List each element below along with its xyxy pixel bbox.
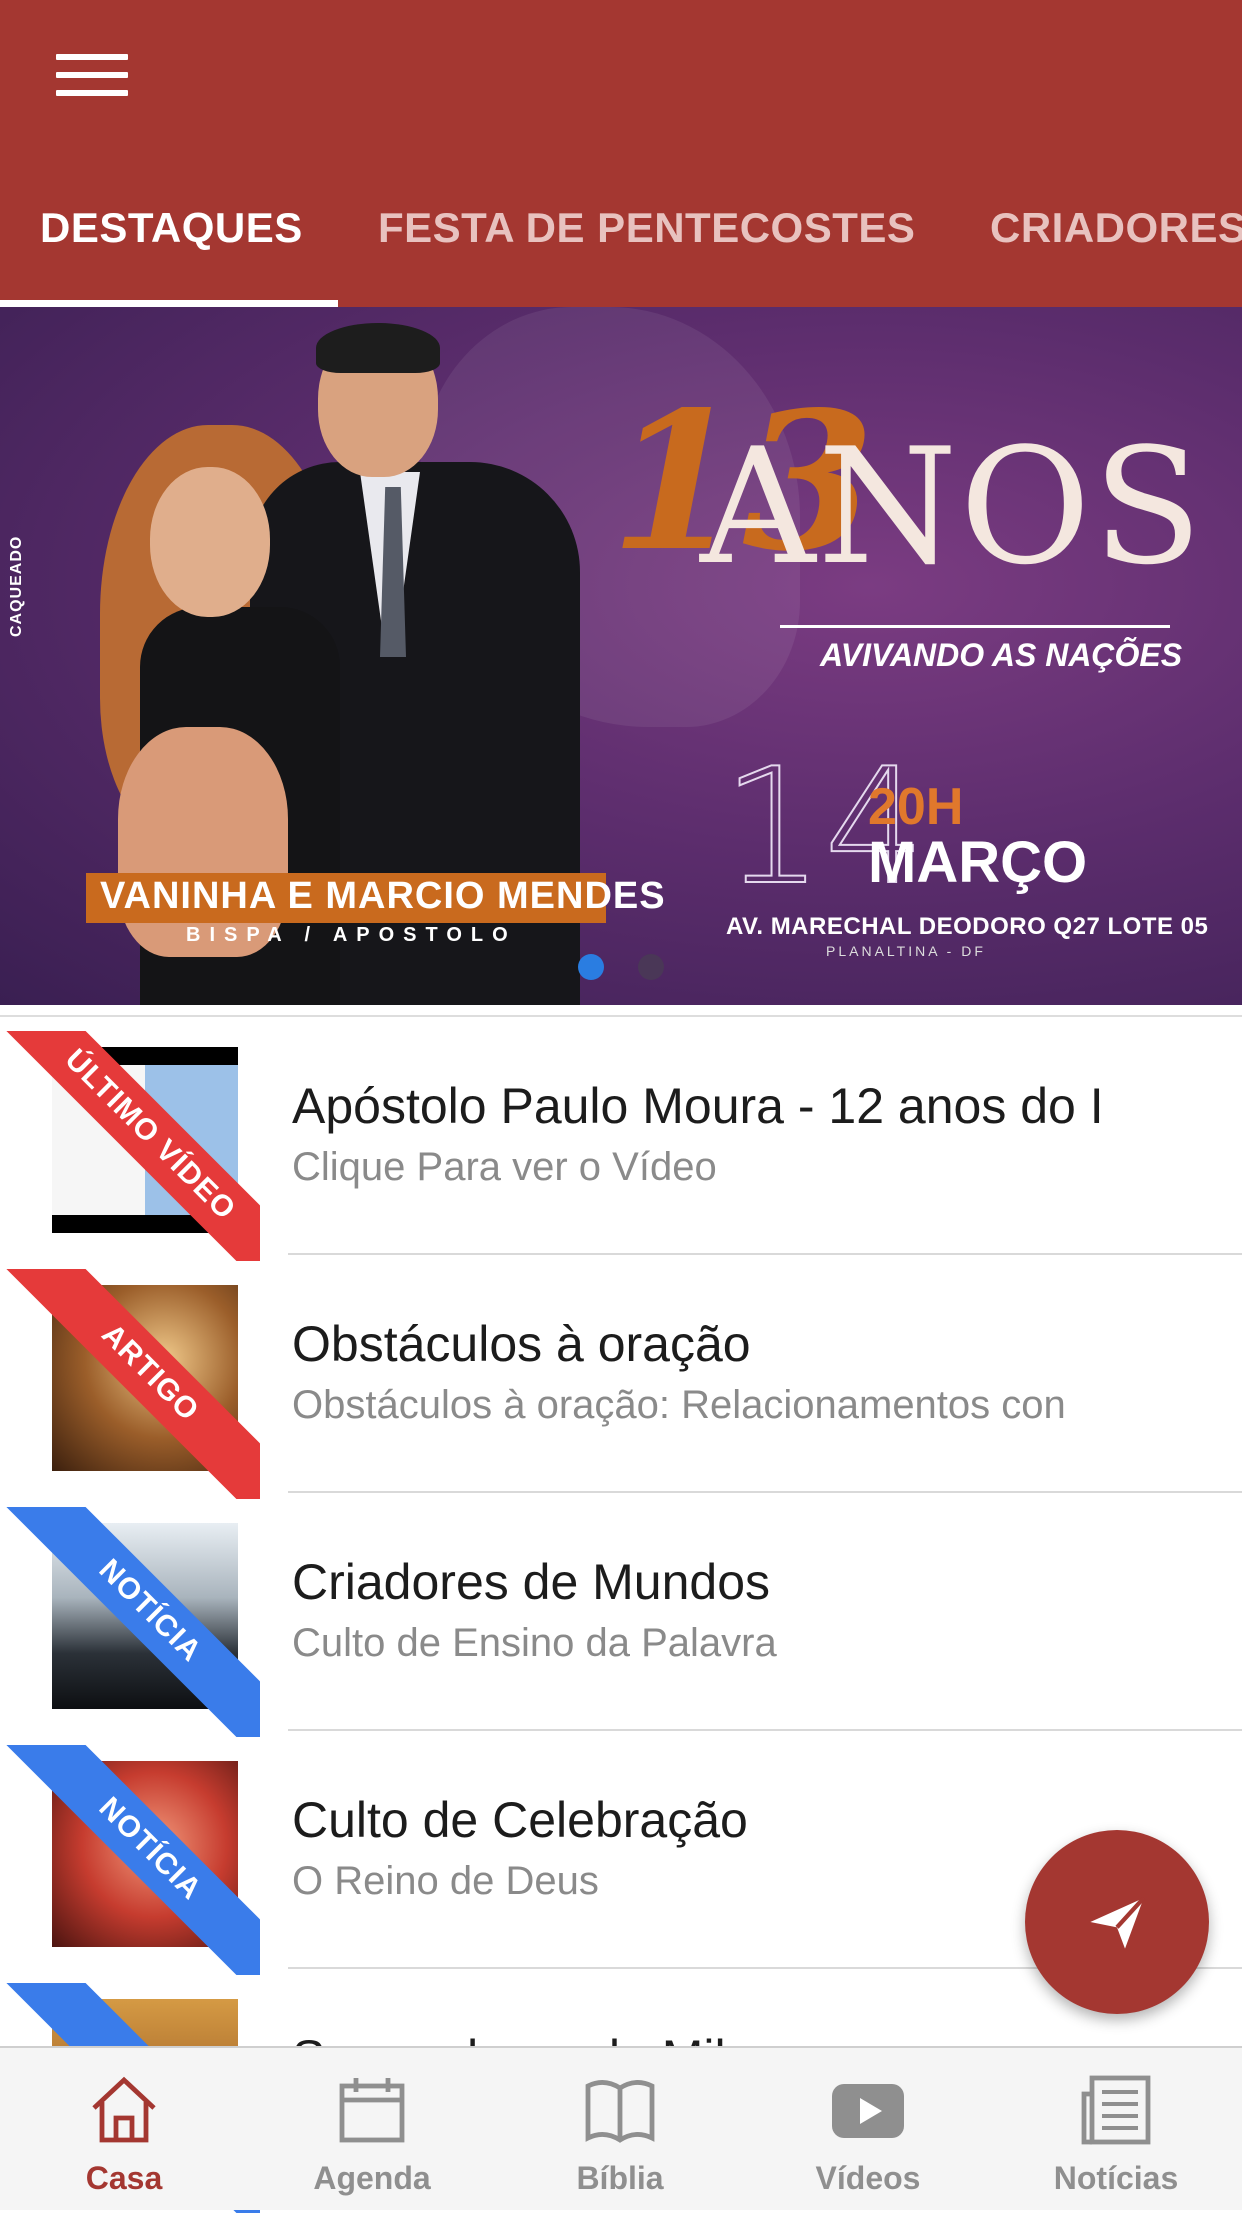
banner-title: ANOS bbox=[700, 413, 1205, 600]
event-time: 20H bbox=[868, 778, 964, 836]
nav-label: Notícias bbox=[1053, 2160, 1179, 2196]
item-title: Obstáculos à oração bbox=[292, 1316, 751, 1372]
send-icon bbox=[1090, 1896, 1146, 1949]
nav-casa[interactable]: Casa bbox=[0, 2048, 248, 2210]
share-fab[interactable] bbox=[1025, 1830, 1209, 2014]
nav-agenda[interactable]: Agenda bbox=[248, 2048, 496, 2210]
tab-indicator bbox=[0, 300, 338, 307]
item-thumbnail bbox=[52, 1285, 238, 1471]
menu-icon[interactable] bbox=[50, 48, 134, 102]
list-item[interactable]: ARTIGO Obstáculos à oração Obstáculos à … bbox=[0, 1255, 1242, 1499]
item-thumbnail bbox=[52, 1523, 238, 1709]
woman-face bbox=[150, 467, 270, 617]
calendar-icon bbox=[339, 2078, 405, 2143]
carousel-dot-1[interactable] bbox=[578, 954, 604, 980]
item-title: Culto de Celebração bbox=[292, 1792, 748, 1848]
item-thumbnail bbox=[52, 1047, 238, 1233]
play-icon bbox=[832, 2084, 904, 2138]
nav-label: Vídeos bbox=[815, 2160, 921, 2196]
tab-bar: DESTAQUES FESTA DE PENTECOSTES CRIADORES bbox=[0, 180, 1242, 307]
nav-videos[interactable]: Vídeos bbox=[744, 2048, 992, 2210]
item-title: Criadores de Mundos bbox=[292, 1554, 771, 1610]
tab-festa-de-pentecostes[interactable]: FESTA DE PENTECOSTES bbox=[378, 204, 915, 252]
nav-label: Agenda bbox=[313, 2160, 431, 2196]
speaker-names: VANINHA E MARCIO MENDES bbox=[100, 875, 666, 917]
item-subtitle: Clique Para ver o Vídeo bbox=[292, 1145, 717, 1189]
tab-criadores[interactable]: CRIADORES bbox=[990, 204, 1242, 252]
item-thumbnail bbox=[52, 1761, 238, 1947]
nav-label: Bíblia bbox=[576, 2160, 664, 2196]
news-icon bbox=[1081, 2075, 1151, 2145]
speaker-roles: BISPA / APOSTOLO bbox=[186, 924, 517, 946]
bottom-nav: Casa Agenda Bíblia Vídeos Notícias bbox=[0, 2046, 1242, 2210]
banner-tagline: AVIVANDO AS NAÇÕES bbox=[820, 637, 1183, 673]
featured-banner[interactable]: CAQUEADO 13 ANOS AVIVANDO AS NAÇÕES 14 2… bbox=[0, 307, 1242, 1005]
item-subtitle: Obstáculos à oração: Relacionamentos con bbox=[292, 1383, 1066, 1427]
tab-destaques[interactable]: DESTAQUES bbox=[40, 204, 303, 252]
home-icon bbox=[92, 2076, 156, 2143]
app-bar: DESTAQUES FESTA DE PENTECOSTES CRIADORES bbox=[0, 0, 1242, 307]
event-address: AV. MARECHAL DEODORO Q27 LOTE 05 bbox=[726, 913, 1209, 940]
event-city: PLANALTINA - DF bbox=[826, 943, 986, 959]
nav-biblia[interactable]: Bíblia bbox=[496, 2048, 744, 2210]
tagline-rule bbox=[780, 625, 1170, 628]
carousel-dot-2[interactable] bbox=[638, 954, 664, 980]
nav-label: Casa bbox=[85, 2160, 163, 2196]
list-item[interactable]: NOTÍCIA Criadores de Mundos Culto de Ens… bbox=[0, 1493, 1242, 1737]
item-subtitle: Culto de Ensino da Palavra bbox=[292, 1621, 777, 1665]
banner-brand: CAQUEADO bbox=[8, 535, 25, 637]
man-hair bbox=[316, 323, 440, 373]
nav-noticias[interactable]: Notícias bbox=[992, 2048, 1240, 2210]
list-item[interactable]: ÚLTIMO VÍDEO Apóstolo Paulo Moura - 12 a… bbox=[0, 1017, 1242, 1261]
book-icon bbox=[585, 2080, 655, 2143]
event-month: MARÇO bbox=[868, 830, 1088, 895]
item-title: Apóstolo Paulo Moura - 12 anos do I bbox=[292, 1078, 1104, 1134]
